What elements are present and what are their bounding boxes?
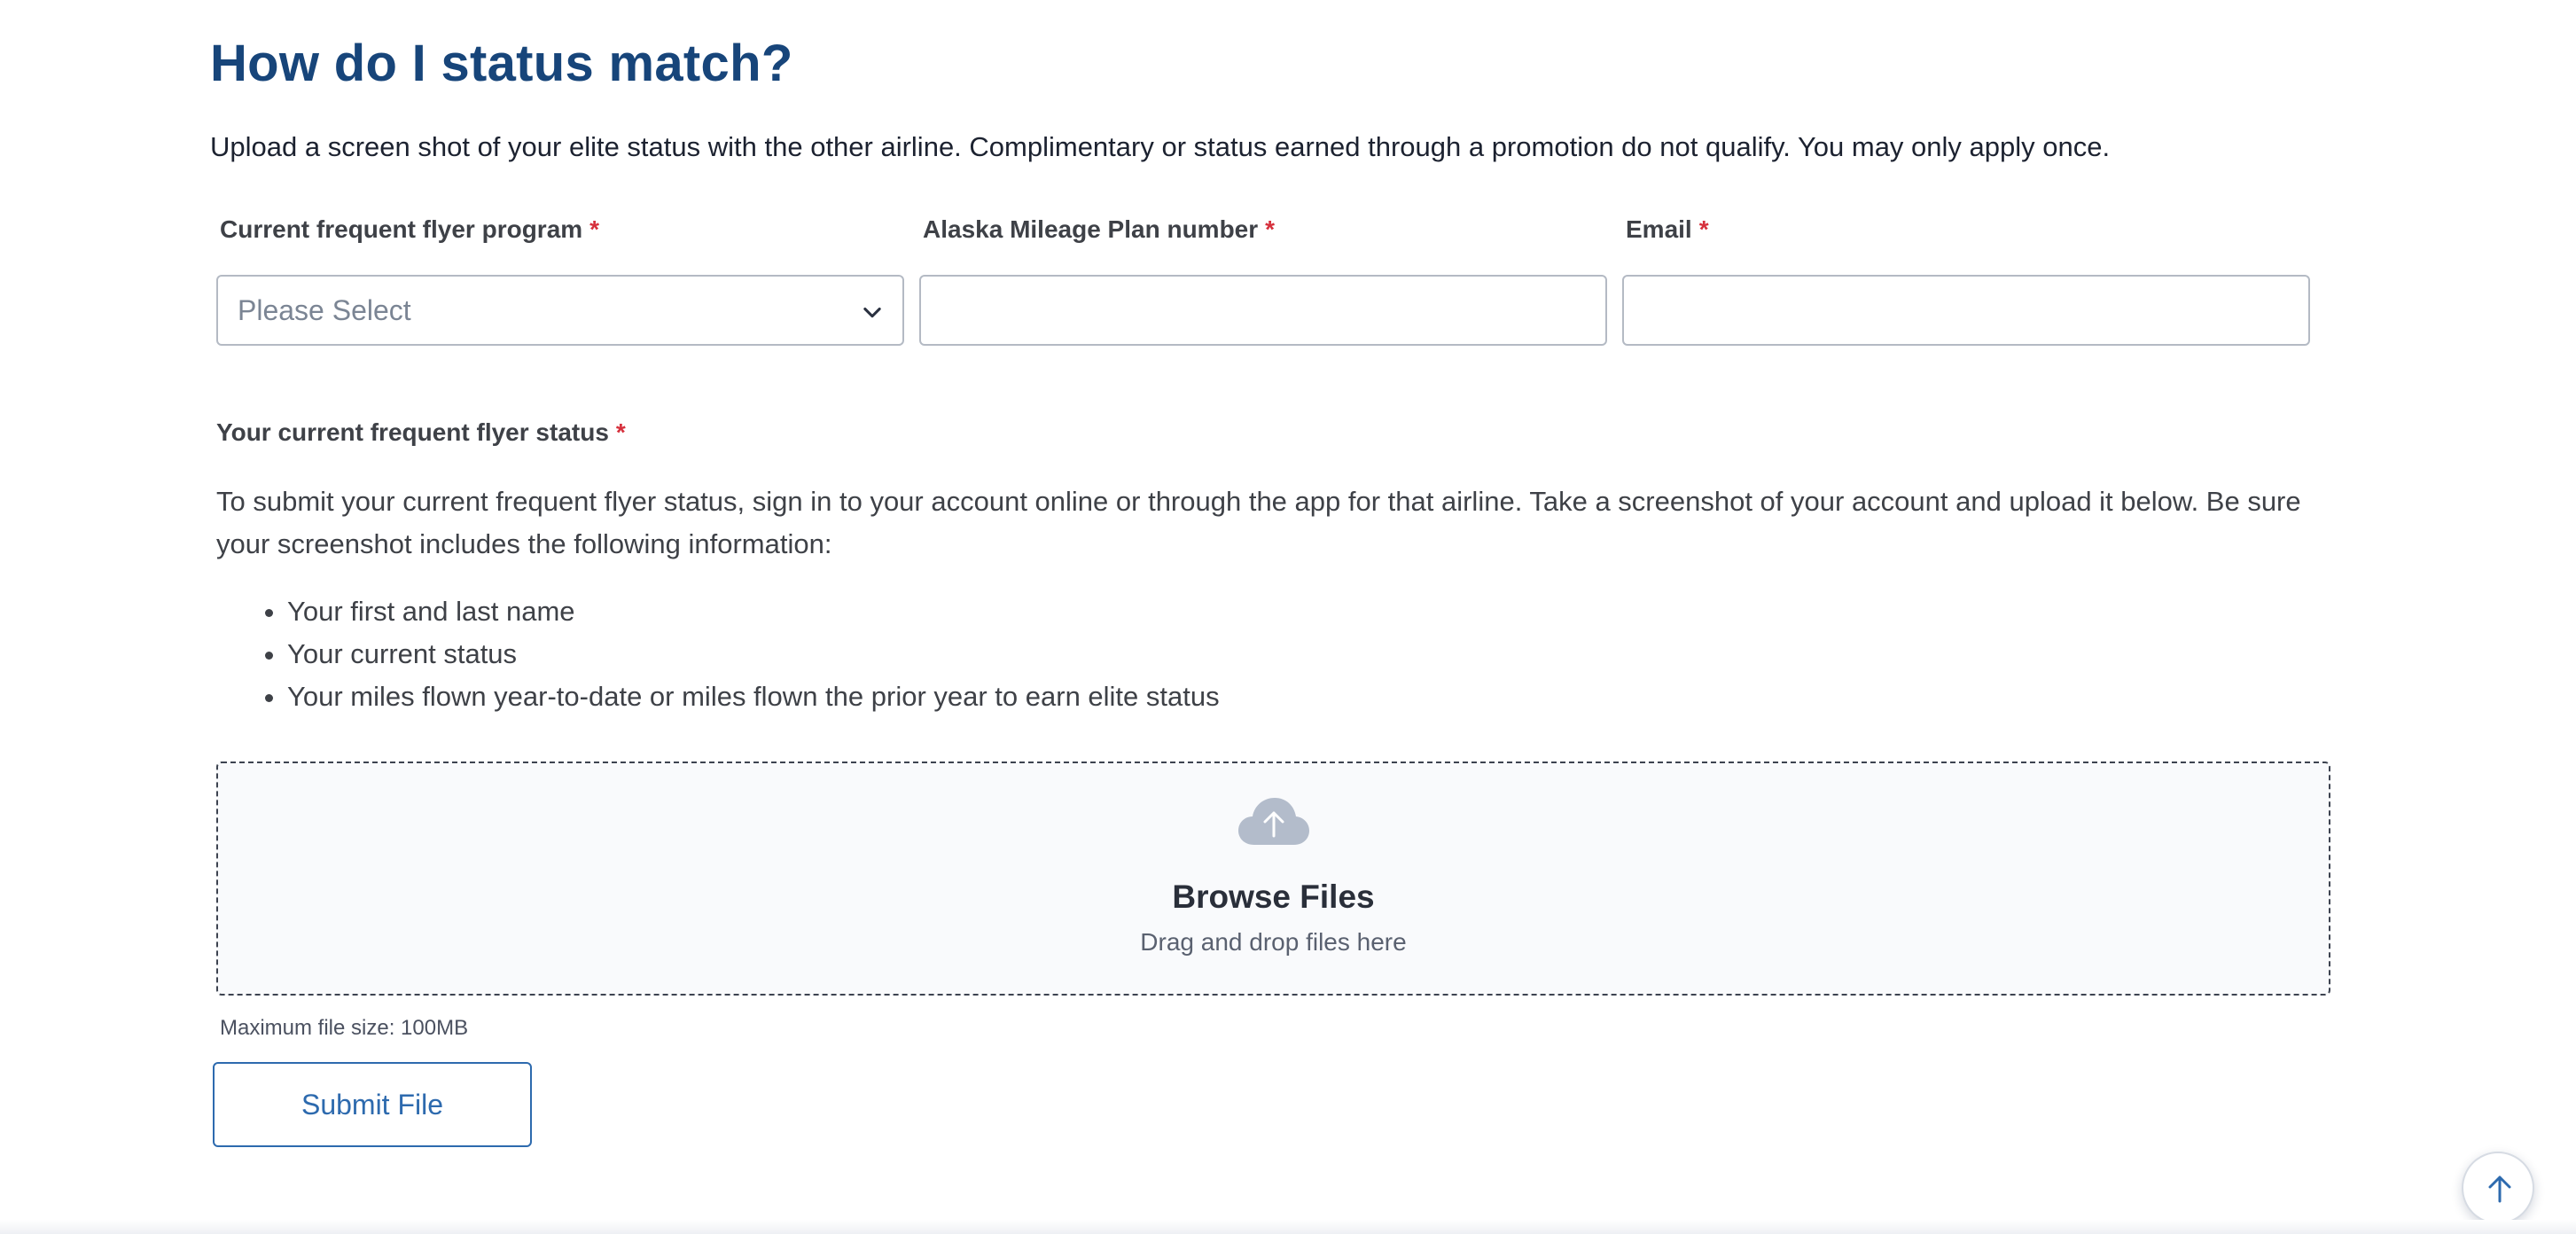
- status-match-page: How do I status match? Upload a screen s…: [0, 0, 2576, 1234]
- requirements-list: Your first and last name Your current st…: [287, 590, 1220, 718]
- email-label-text: Email: [1626, 215, 1692, 243]
- program-select-placeholder: Please Select: [238, 294, 411, 326]
- required-mark: *: [615, 418, 626, 446]
- program-label-text: Current frequent flyer program: [220, 215, 583, 243]
- program-select[interactable]: Please Select: [216, 275, 904, 346]
- file-dropzone[interactable]: Browse Files Drag and drop files here: [216, 761, 2330, 996]
- mileage-plan-number-input[interactable]: [919, 275, 1607, 346]
- email-label: Email *: [1626, 215, 1709, 244]
- submit-file-button[interactable]: Submit File: [213, 1062, 532, 1147]
- list-item: Your miles flown year-to-date or miles f…: [287, 676, 1220, 718]
- mileage-label-text: Alaska Mileage Plan number: [923, 215, 1259, 243]
- mileage-label: Alaska Mileage Plan number *: [923, 215, 1275, 244]
- list-item: Your first and last name: [287, 590, 1220, 633]
- status-label: Your current frequent flyer status *: [216, 418, 626, 447]
- cloud-upload-icon: [1238, 798, 1309, 845]
- page-bottom-shade: [0, 1220, 2576, 1234]
- required-mark: *: [1265, 215, 1276, 243]
- page-title: How do I status match?: [210, 35, 793, 92]
- max-file-size-note: Maximum file size: 100MB: [220, 1016, 469, 1040]
- list-item: Your current status: [287, 633, 1220, 676]
- status-label-text: Your current frequent flyer status: [216, 418, 609, 446]
- required-mark: *: [1698, 215, 1709, 243]
- arrow-up-icon: [2488, 1175, 2511, 1203]
- required-mark: *: [589, 215, 600, 243]
- program-label: Current frequent flyer program *: [220, 215, 599, 244]
- email-input[interactable]: [1622, 275, 2310, 346]
- scroll-to-top-button[interactable]: [2462, 1152, 2534, 1224]
- chevron-down-icon: [863, 307, 881, 318]
- browse-files-label: Browse Files: [1172, 879, 1375, 915]
- status-instructions: To submit your current frequent flyer st…: [216, 486, 2301, 559]
- drag-drop-hint: Drag and drop files here: [1140, 928, 1407, 956]
- intro-text: Upload a screen shot of your elite statu…: [210, 131, 2111, 162]
